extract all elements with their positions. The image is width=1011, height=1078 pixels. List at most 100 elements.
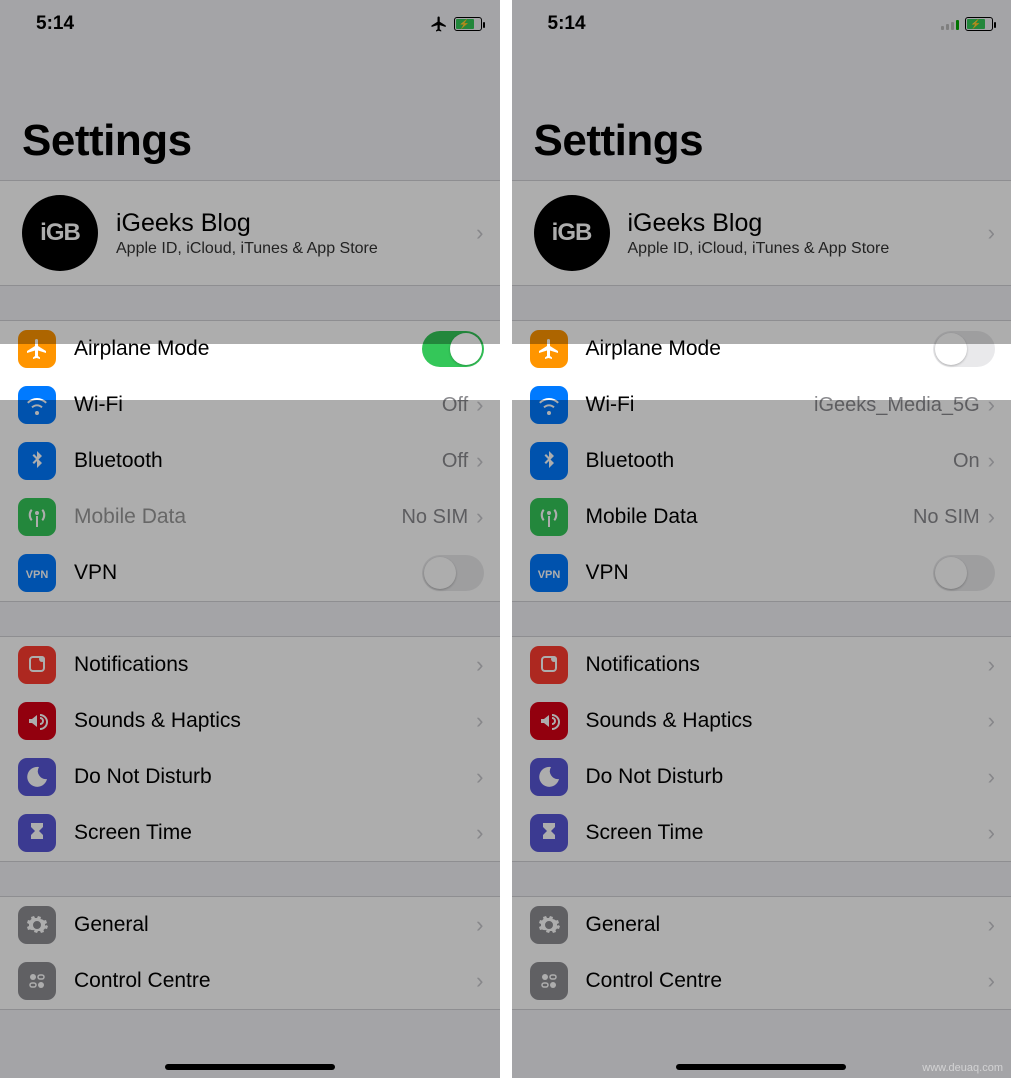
- row-notifications[interactable]: Notifications ›: [512, 637, 1011, 693]
- row-label: Control Centre: [586, 969, 988, 993]
- gear-icon: [530, 906, 568, 944]
- row-control-centre[interactable]: Control Centre ›: [512, 953, 1011, 1009]
- airplane-toggle[interactable]: [933, 331, 995, 367]
- speaker-icon: [530, 702, 568, 740]
- battery-icon: ⚡: [965, 17, 993, 31]
- svg-text:VPN: VPN: [26, 569, 49, 581]
- row-label: Mobile Data: [586, 505, 913, 529]
- chevron-right-icon: ›: [988, 504, 995, 530]
- hourglass-icon: [530, 814, 568, 852]
- row-label: Airplane Mode: [74, 337, 422, 361]
- row-vpn[interactable]: VPN VPN: [0, 545, 500, 601]
- avatar: iGB: [22, 195, 98, 271]
- chevron-right-icon: ›: [476, 764, 483, 790]
- status-icons: ⚡: [430, 15, 482, 33]
- row-value: iGeeks_Media_5G: [814, 394, 980, 417]
- wifi-icon: [530, 386, 568, 424]
- row-label: Do Not Disturb: [586, 765, 988, 789]
- chevron-right-icon: ›: [476, 912, 483, 938]
- wifi-icon: [18, 386, 56, 424]
- account-name: iGeeks Blog: [116, 209, 476, 238]
- row-label: Screen Time: [586, 821, 988, 845]
- row-value: Off: [442, 450, 468, 473]
- row-label: General: [586, 913, 988, 937]
- row-mobile-data[interactable]: Mobile DataNo SIM ›: [0, 489, 500, 545]
- airplane-icon: [18, 330, 56, 368]
- control-icon: [530, 962, 568, 1000]
- account-subtitle: Apple ID, iCloud, iTunes & App Store: [628, 240, 988, 258]
- row-label: Wi-Fi: [74, 393, 442, 417]
- home-indicator: [676, 1064, 846, 1070]
- row-screen-time[interactable]: Screen Time ›: [0, 805, 500, 861]
- bell-icon: [530, 646, 568, 684]
- airplane-icon: [530, 330, 568, 368]
- account-name: iGeeks Blog: [628, 209, 988, 238]
- page-title: Settings: [512, 44, 1011, 180]
- row-wi-fi[interactable]: Wi-FiOff ›: [0, 377, 500, 433]
- chevron-right-icon: ›: [476, 504, 483, 530]
- row-label: Sounds & Haptics: [74, 709, 476, 733]
- row-wi-fi[interactable]: Wi-FiiGeeks_Media_5G›: [512, 377, 1011, 433]
- chevron-right-icon: ›: [476, 708, 483, 734]
- row-mobile-data[interactable]: Mobile DataNo SIM ›: [512, 489, 1011, 545]
- row-label: Bluetooth: [586, 449, 953, 473]
- chevron-right-icon: ›: [476, 220, 483, 246]
- row-sounds-haptics[interactable]: Sounds & Haptics ›: [0, 693, 500, 749]
- row-label: Wi-Fi: [586, 393, 815, 417]
- row-label: Do Not Disturb: [74, 765, 476, 789]
- moon-icon: [530, 758, 568, 796]
- chevron-right-icon: ›: [988, 912, 995, 938]
- account-row[interactable]: iGB iGeeks Blog Apple ID, iCloud, iTunes…: [512, 180, 1011, 286]
- chevron-right-icon: ›: [988, 652, 995, 678]
- row-general[interactable]: General ›: [0, 897, 500, 953]
- battery-icon: ⚡: [454, 17, 482, 31]
- row-airplane-mode[interactable]: Airplane Mode: [512, 321, 1011, 377]
- row-vpn[interactable]: VPN VPN: [512, 545, 1011, 601]
- row-do-not-disturb[interactable]: Do Not Disturb ›: [0, 749, 500, 805]
- chevron-right-icon: ›: [988, 764, 995, 790]
- row-control-centre[interactable]: Control Centre ›: [0, 953, 500, 1009]
- row-value: No SIM: [913, 506, 980, 529]
- phone-right: 5:14 ⚡Settings iGB iGeeks Blog Apple ID,…: [506, 0, 1011, 1078]
- row-label: General: [74, 913, 476, 937]
- page-title: Settings: [0, 44, 500, 180]
- row-value: Off: [442, 394, 468, 417]
- gear-icon: [18, 906, 56, 944]
- row-label: Notifications: [74, 653, 476, 677]
- speaker-icon: [18, 702, 56, 740]
- row-bluetooth[interactable]: BluetoothOff›: [0, 433, 500, 489]
- svg-text:VPN: VPN: [537, 569, 560, 581]
- chevron-right-icon: ›: [476, 392, 483, 418]
- row-label: VPN: [586, 561, 934, 585]
- row-general[interactable]: General ›: [512, 897, 1011, 953]
- row-label: Notifications: [586, 653, 988, 677]
- hourglass-icon: [18, 814, 56, 852]
- signal-icon: [941, 18, 959, 30]
- bluetooth-icon: [530, 442, 568, 480]
- chevron-right-icon: ›: [476, 968, 483, 994]
- account-row[interactable]: iGB iGeeks Blog Apple ID, iCloud, iTunes…: [0, 180, 500, 286]
- bell-icon: [18, 646, 56, 684]
- status-icons: ⚡: [941, 17, 993, 31]
- row-sounds-haptics[interactable]: Sounds & Haptics ›: [512, 693, 1011, 749]
- row-do-not-disturb[interactable]: Do Not Disturb ›: [512, 749, 1011, 805]
- status-bar: 5:14 ⚡: [0, 0, 500, 44]
- moon-icon: [18, 758, 56, 796]
- chevron-right-icon: ›: [988, 708, 995, 734]
- vpn-toggle[interactable]: [933, 555, 995, 591]
- control-icon: [18, 962, 56, 1000]
- row-label: Airplane Mode: [586, 337, 934, 361]
- row-label: Mobile Data: [74, 505, 401, 529]
- row-value: No SIM: [401, 506, 468, 529]
- row-label: VPN: [74, 561, 422, 585]
- row-bluetooth[interactable]: BluetoothOn›: [512, 433, 1011, 489]
- row-screen-time[interactable]: Screen Time ›: [512, 805, 1011, 861]
- vpn-icon: VPN: [18, 554, 56, 592]
- phone-left: 5:14 ⚡Settings iGB iGeeks Blog Apple ID,…: [0, 0, 506, 1078]
- row-airplane-mode[interactable]: Airplane Mode: [0, 321, 500, 377]
- airplane-toggle[interactable]: [422, 331, 484, 367]
- home-indicator: [165, 1064, 335, 1070]
- row-notifications[interactable]: Notifications ›: [0, 637, 500, 693]
- vpn-toggle[interactable]: [422, 555, 484, 591]
- chevron-right-icon: ›: [476, 652, 483, 678]
